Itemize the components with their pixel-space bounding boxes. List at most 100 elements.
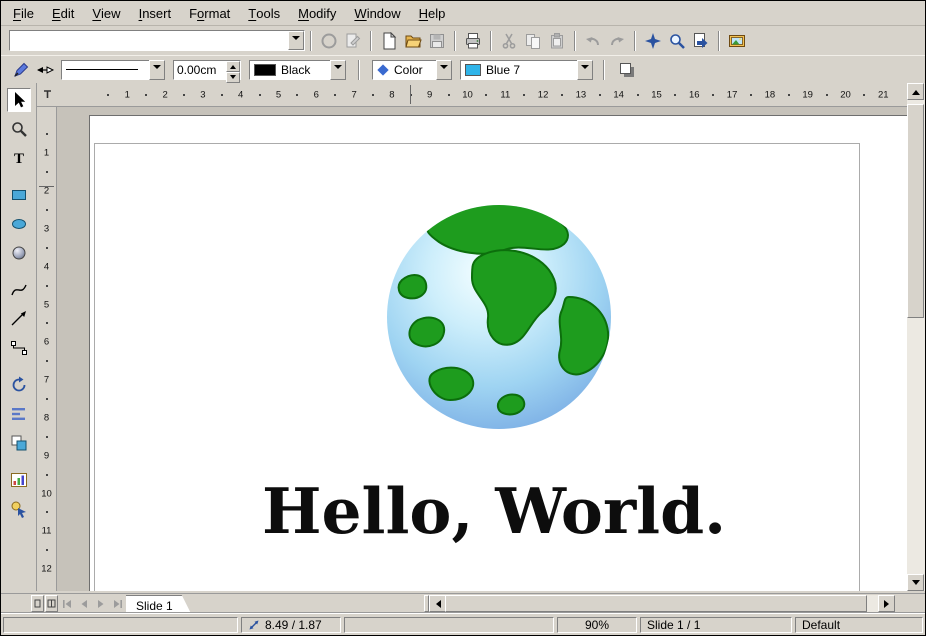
url-input[interactable] bbox=[10, 31, 288, 50]
ruler-tick bbox=[46, 171, 48, 173]
slide-title-text[interactable]: Hello, World. bbox=[262, 480, 726, 543]
scroll-right-button[interactable] bbox=[878, 595, 895, 612]
fill-style-select[interactable]: Color bbox=[372, 60, 452, 80]
chevron-down-icon bbox=[230, 75, 236, 82]
zoom-button[interactable] bbox=[665, 29, 689, 53]
menu-insert[interactable]: Insert bbox=[130, 1, 181, 25]
lines-arrows-tool-button[interactable] bbox=[7, 307, 31, 331]
ruler-number: 14 bbox=[613, 89, 624, 100]
menu-edit[interactable]: Edit bbox=[43, 1, 83, 25]
tab-split-button[interactable] bbox=[45, 595, 58, 612]
line-color-dropdown-button[interactable] bbox=[330, 60, 346, 80]
ruler-number: 20 bbox=[840, 89, 851, 100]
scroll-down-button[interactable] bbox=[907, 574, 924, 591]
ruler-tick bbox=[46, 511, 48, 513]
cursor-position-value: 8.49 / 1.87 bbox=[265, 618, 322, 632]
select-tool-button[interactable] bbox=[7, 88, 31, 112]
ruler-corner[interactable] bbox=[37, 83, 57, 107]
copy-button[interactable] bbox=[521, 29, 545, 53]
line-width-input[interactable] bbox=[174, 61, 226, 79]
svg-text:T: T bbox=[13, 151, 23, 167]
edit-file-button[interactable] bbox=[341, 29, 365, 53]
hyperlink-button[interactable] bbox=[689, 29, 713, 53]
line-style-select[interactable] bbox=[61, 60, 165, 80]
rotate-tool-button[interactable] bbox=[7, 373, 31, 397]
menu-bar: File Edit View Insert Format Tools Modif… bbox=[1, 1, 925, 26]
curve-tool-icon bbox=[10, 281, 28, 299]
separator bbox=[603, 60, 605, 80]
alignment-tool-button[interactable] bbox=[7, 402, 31, 426]
fill-style-dropdown-button[interactable] bbox=[436, 60, 452, 80]
hyperlink-icon bbox=[692, 32, 710, 50]
menu-window[interactable]: Window bbox=[345, 1, 409, 25]
scroll-left-button[interactable] bbox=[429, 595, 446, 612]
insert-tool-button[interactable] bbox=[7, 468, 31, 492]
save-document-button[interactable] bbox=[425, 29, 449, 53]
text-tool-button[interactable]: T bbox=[7, 146, 31, 170]
line-style-dropdown-button[interactable] bbox=[149, 60, 165, 80]
menu-modify[interactable]: Modify bbox=[289, 1, 345, 25]
ellipse-tool-button[interactable] bbox=[7, 212, 31, 236]
globe-image[interactable] bbox=[384, 202, 614, 432]
ruler-tick bbox=[485, 94, 487, 96]
scroll-up-button[interactable] bbox=[907, 83, 924, 100]
cursor-position-field[interactable]: 8.49 / 1.87 bbox=[241, 617, 341, 633]
horizontal-scrollbar[interactable] bbox=[429, 595, 895, 612]
print-button[interactable] bbox=[461, 29, 485, 53]
chevron-down-icon bbox=[292, 36, 300, 44]
slide-page[interactable]: Hello, World. bbox=[89, 115, 907, 591]
slide-tab[interactable]: Slide 1 bbox=[126, 595, 191, 613]
vertical-scroll-thumb[interactable] bbox=[907, 104, 924, 318]
undo-button[interactable] bbox=[581, 29, 605, 53]
horizontal-scroll-thumb[interactable] bbox=[445, 595, 867, 612]
objects-3d-tool-button[interactable] bbox=[7, 241, 31, 265]
open-document-button[interactable] bbox=[401, 29, 425, 53]
ruler-number: 4 bbox=[238, 89, 243, 100]
redo-button[interactable] bbox=[605, 29, 629, 53]
arrange-tool-button[interactable] bbox=[7, 431, 31, 455]
zoom-tool-button[interactable] bbox=[7, 117, 31, 141]
splitter-handle-button[interactable] bbox=[31, 595, 44, 612]
slide-tab-label: Slide 1 bbox=[136, 599, 173, 613]
horizontal-ruler[interactable]: 123456789101112131415161718192021 bbox=[57, 83, 907, 107]
menu-help[interactable]: Help bbox=[410, 1, 455, 25]
vertical-scrollbar[interactable] bbox=[907, 83, 925, 591]
cut-button[interactable] bbox=[497, 29, 521, 53]
fill-color-value: Blue 7 bbox=[460, 60, 577, 80]
page-style-field[interactable]: Default bbox=[795, 617, 923, 633]
slide-canvas[interactable]: Hello, World. bbox=[57, 107, 907, 591]
line-color-select[interactable]: Black bbox=[249, 60, 346, 80]
previous-slide-button[interactable] bbox=[75, 595, 92, 612]
edit-file-icon bbox=[344, 32, 362, 50]
fill-color-dropdown-button[interactable] bbox=[577, 60, 593, 80]
shadow-button[interactable] bbox=[615, 58, 639, 82]
spin-up-button[interactable] bbox=[226, 61, 240, 72]
last-slide-button[interactable] bbox=[109, 595, 126, 612]
paste-button[interactable] bbox=[545, 29, 569, 53]
line-dialog-button[interactable] bbox=[9, 58, 33, 82]
next-slide-button[interactable] bbox=[92, 595, 109, 612]
menu-view[interactable]: View bbox=[83, 1, 129, 25]
stop-button[interactable] bbox=[317, 29, 341, 53]
first-slide-button[interactable] bbox=[58, 595, 75, 612]
slide-number-field[interactable]: Slide 1 / 1 bbox=[640, 617, 792, 633]
ruler-number: 5 bbox=[276, 89, 281, 100]
zoom-level-field[interactable]: 90% bbox=[557, 617, 637, 633]
navigator-button[interactable] bbox=[641, 29, 665, 53]
new-document-button[interactable] bbox=[377, 29, 401, 53]
interaction-tool-button[interactable] bbox=[7, 497, 31, 521]
rectangle-tool-button[interactable] bbox=[7, 183, 31, 207]
fill-color-select[interactable]: Blue 7 bbox=[460, 60, 593, 80]
menu-file[interactable]: File bbox=[4, 1, 43, 25]
url-dropdown-button[interactable] bbox=[288, 31, 304, 50]
gallery-button[interactable] bbox=[725, 29, 749, 53]
menu-format[interactable]: Format bbox=[180, 1, 239, 25]
ruler-tick bbox=[259, 94, 261, 96]
arrow-style-button[interactable] bbox=[33, 58, 57, 82]
ruler-tick bbox=[183, 94, 185, 96]
menu-tools[interactable]: Tools bbox=[239, 1, 289, 25]
connector-tool-button[interactable] bbox=[7, 336, 31, 360]
curve-tool-button[interactable] bbox=[7, 278, 31, 302]
vertical-ruler[interactable]: 123456789101112 bbox=[37, 107, 57, 591]
spin-down-button[interactable] bbox=[226, 72, 240, 83]
